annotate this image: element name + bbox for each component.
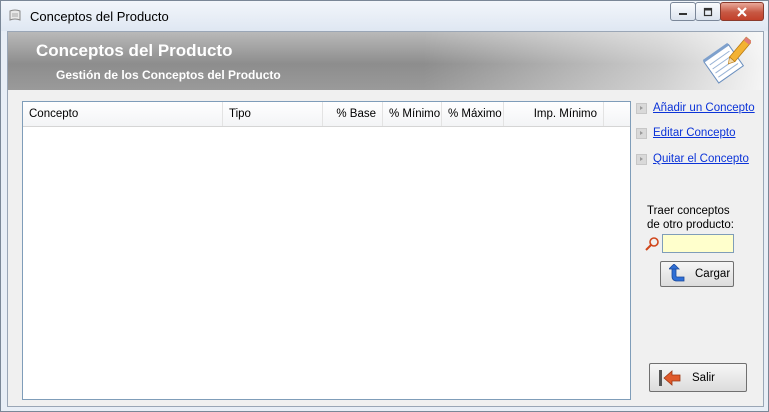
load-button[interactable]: Cargar — [660, 261, 734, 287]
maximize-icon — [696, 3, 720, 20]
search-icon[interactable] — [644, 236, 660, 252]
add-concept-action[interactable]: Añadir un Concepto — [636, 100, 755, 116]
banner-title: Conceptos del Producto — [36, 41, 233, 60]
column-header-concepto[interactable]: Concepto — [23, 102, 223, 126]
load-arrow-icon — [669, 264, 685, 282]
edit-concept-action[interactable]: Editar Concepto — [636, 125, 735, 141]
client-area: Conceptos del Producto Gestión de los Co… — [7, 31, 764, 407]
notepad-pencil-icon — [703, 36, 751, 84]
arrow-bullet-icon — [636, 153, 647, 165]
close-button[interactable] — [720, 2, 764, 21]
header-banner: Conceptos del Producto Gestión de los Co… — [8, 32, 763, 90]
banner-subtitle: Gestión de los Conceptos del Producto — [56, 68, 281, 82]
title-bar[interactable]: Conceptos del Producto — [1, 1, 768, 31]
remove-concept-link[interactable]: Quitar el Concepto — [653, 153, 749, 165]
exit-button[interactable]: Salir — [649, 363, 747, 392]
app-icon — [9, 9, 21, 21]
edit-concept-link[interactable]: Editar Concepto — [653, 127, 735, 139]
column-header-imp-minimo[interactable]: Imp. Mínimo — [504, 102, 604, 126]
arrow-bullet-icon — [636, 102, 647, 114]
arrow-bullet-icon — [636, 127, 647, 139]
close-icon — [721, 3, 763, 20]
remove-concept-action[interactable]: Quitar el Concepto — [636, 151, 749, 167]
column-header-maximo[interactable]: % Máximo — [442, 102, 504, 126]
exit-button-label: Salir — [692, 371, 716, 384]
column-header-base[interactable]: % Base — [323, 102, 383, 126]
product-code-input[interactable] — [662, 234, 734, 253]
concepts-table[interactable]: Concepto Tipo % Base % Mínimo % Máximo I… — [22, 101, 631, 400]
table-header: Concepto Tipo % Base % Mínimo % Máximo I… — [23, 102, 630, 127]
load-button-label: Cargar — [695, 268, 731, 280]
window-title: Conceptos del Producto — [30, 9, 169, 24]
minimize-button[interactable] — [670, 2, 696, 21]
add-concept-link[interactable]: Añadir un Concepto — [653, 102, 755, 114]
main-window: Conceptos del Producto Conceptos del Pro… — [0, 0, 769, 412]
maximize-button[interactable] — [695, 2, 721, 21]
exit-icon — [659, 369, 681, 386]
import-label: Traer conceptos de otro producto: — [647, 205, 734, 231]
window-controls — [670, 2, 764, 21]
column-header-tipo[interactable]: Tipo — [223, 102, 323, 126]
column-header-minimo[interactable]: % Mínimo — [383, 102, 442, 126]
minimize-icon — [671, 3, 695, 20]
